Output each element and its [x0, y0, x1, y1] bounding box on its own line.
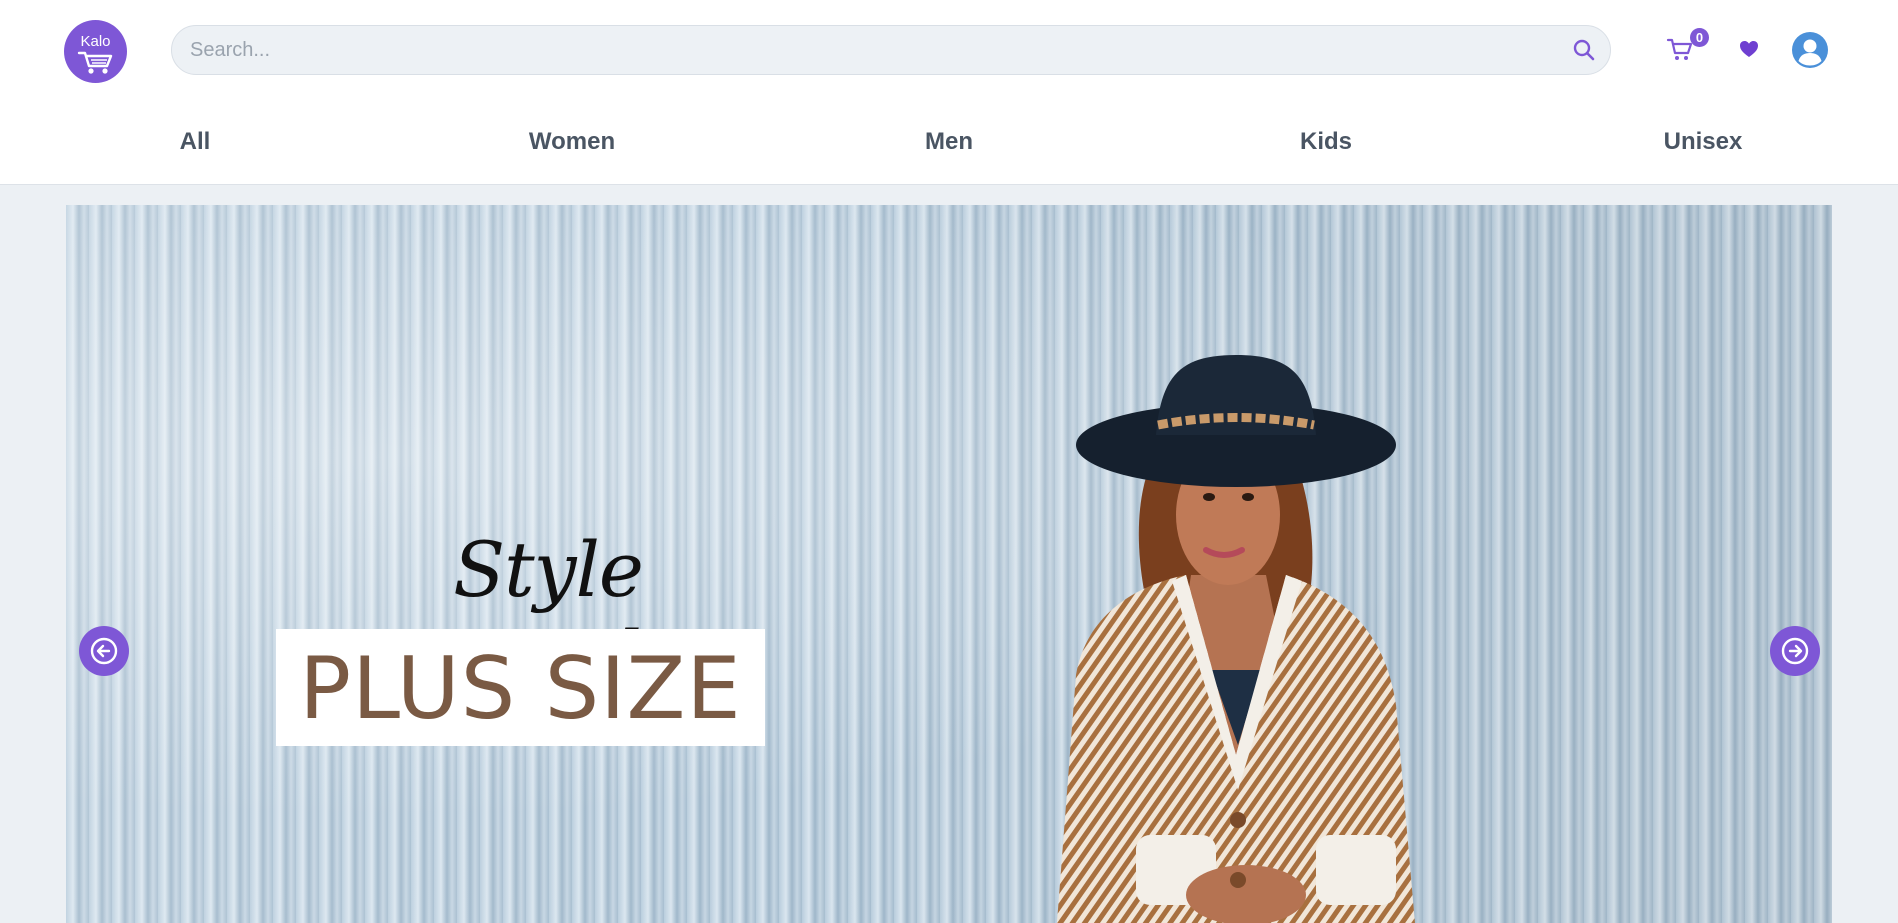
logo-cart-icon: [77, 51, 113, 74]
logo-text: Kalo: [80, 33, 111, 50]
arrow-left-circle-icon: [90, 637, 118, 665]
nav-item-unisex[interactable]: Unisex: [1664, 128, 1743, 156]
hero-model-image: [1056, 355, 1415, 923]
logo[interactable]: Kalo: [64, 20, 127, 83]
nav-item-women[interactable]: Women: [529, 128, 615, 156]
nav-item-kids[interactable]: Kids: [1300, 128, 1352, 156]
hero-banner[interactable]: Style Watch PLUS SIZE: [66, 205, 1832, 923]
heart-icon[interactable]: [1738, 38, 1760, 60]
nav-item-all[interactable]: All: [180, 128, 211, 156]
carousel-next-button[interactable]: [1770, 626, 1820, 676]
nav-item-men[interactable]: Men: [925, 128, 973, 156]
search-input[interactable]: [190, 26, 1560, 74]
category-nav: All Women Men Kids Unisex: [0, 128, 1898, 168]
hero-headline-box: PLUS SIZE: [276, 629, 765, 746]
carousel-prev-button[interactable]: [79, 626, 129, 676]
search-icon[interactable]: [1572, 38, 1596, 62]
cart-count-badge: 0: [1690, 28, 1709, 47]
top-header: Kalo 0 All Women Men Kids Unisex: [0, 0, 1898, 185]
user-icon[interactable]: [1792, 32, 1828, 68]
search-bar: [171, 25, 1611, 75]
hero-headline: PLUS SIZE: [299, 639, 742, 739]
arrow-right-circle-icon: [1781, 637, 1809, 665]
